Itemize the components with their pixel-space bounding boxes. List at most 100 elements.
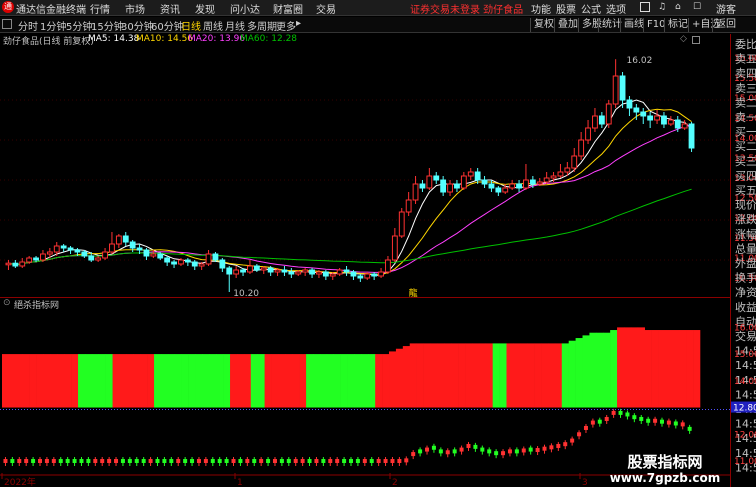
mini-candle [286,459,291,463]
dragon-marker: 龍 [409,287,418,298]
indicator-bar [250,354,259,408]
indicator-bar [209,354,217,408]
mini-candle [590,420,595,425]
indicator-bar [347,354,355,408]
indicator-bar [64,354,72,408]
menu-item[interactable]: 股票 [556,1,576,16]
menu-item[interactable]: 功能 [531,1,551,16]
toolbar-button[interactable]: 标记 [664,18,691,32]
maximize-icon[interactable] [692,36,700,44]
toolbar-button[interactable]: 返回 [712,18,739,32]
menu-item[interactable]: 财富圈 [273,1,303,16]
indicator-bar [686,330,694,408]
candle [447,183,453,193]
mini-candle [556,443,561,448]
toolbar-button[interactable]: 叠加 [554,18,581,32]
window-icon[interactable] [640,2,650,12]
indicator-bar [554,343,563,408]
menu-item[interactable]: 市场 [125,1,145,16]
menu-item[interactable]: 公式 [581,1,601,16]
mini-candle [272,459,277,463]
candle [240,269,246,273]
menu-item[interactable]: 选项 [606,1,626,16]
mini-candle [245,459,250,463]
headphone-icon[interactable]: ♫ [658,2,666,12]
mini-candle [390,459,395,463]
candle [253,265,260,271]
candle [633,107,640,113]
indicator-bar [623,327,632,408]
indicator-bar [84,354,93,408]
candle [371,273,378,277]
mini-candle [418,449,423,454]
watermark-title: 股票指标网 [627,453,703,471]
indicator-bar [78,354,86,408]
kline-chart[interactable]: 16.02 10.20 龍 [0,46,730,298]
candle [529,179,536,185]
candle [19,261,26,267]
tab-timeframe[interactable]: 月线 [225,18,245,33]
tab-timeframe-active[interactable]: 日线 [181,18,201,33]
tab-timeframe[interactable]: 1分钟 [40,18,66,33]
menu-item[interactable]: 行情 [90,1,110,16]
tab-timeframe[interactable]: 15分钟 [91,18,124,33]
tab-timeframe[interactable]: 多周期 [247,18,277,33]
indicator-bar [658,330,666,408]
trade-alert[interactable]: 证券交易未登录 劲仔食品 [410,1,523,16]
mini-candle [480,447,485,452]
guest-login[interactable]: 游客 [716,1,736,16]
mini-candle [507,449,512,454]
indicator-bar [202,354,210,408]
menu-bar: 通 通达信金融终端 行情 市场 资讯 发现 问小达 财富圈 交易 证券交易未登录… [0,0,756,16]
sub-tick: 14.00 [734,377,756,387]
more-arrow-icon[interactable]: ▸ [296,18,301,29]
indicator-bar [292,354,300,408]
candle [350,271,357,277]
candle [543,177,550,183]
mini-candle [335,459,340,463]
tab-timeframe[interactable]: 周线 [203,18,223,33]
candle [40,253,46,261]
indicator-bar [181,354,189,408]
indicator-bar [285,354,293,408]
menu-item[interactable]: 资讯 [160,1,180,16]
toolbar-button[interactable]: 复权 [530,18,557,32]
indicator-bar [57,354,65,408]
candle [329,273,336,277]
mini-candle [666,420,671,425]
diamond-icon[interactable]: ◇ [680,34,687,44]
mini-candle [431,445,436,450]
lock-icon[interactable]: ⌂ [675,2,681,12]
mini-candle [203,459,208,463]
menu-item[interactable]: 问小达 [230,1,260,16]
expand-icon[interactable] [2,19,12,29]
mini-candle [376,459,381,463]
mini-candle [349,459,353,463]
mini-candle [535,448,540,453]
candle [281,269,288,273]
indicator-bar [133,354,141,408]
tab-timeframe[interactable]: 5分钟 [66,18,92,33]
candle [605,103,612,125]
mini-candle [266,459,271,463]
indicator-bar [416,343,424,408]
candle [488,183,495,189]
mini-candle [38,459,43,463]
indicator-bar [236,354,245,408]
menu-item[interactable]: 发现 [195,1,215,16]
candle [164,257,171,263]
candle [5,262,12,266]
candle [509,183,516,189]
mini-candle [238,459,243,463]
tab-timeframe[interactable]: 分时 [18,18,38,33]
price-axis: 16.0015.5015.0014.5014.0013.5013.0012.50… [730,34,756,487]
indicator-bar [361,354,369,408]
candle [178,259,184,265]
settings-icon[interactable]: ⊙ [3,298,11,308]
share-icon[interactable]: ☐ [693,2,701,12]
tab-timeframe[interactable]: 30分钟 [121,18,154,33]
tab-timeframe[interactable]: 更多 [276,18,296,33]
tab-timeframe[interactable]: 60分钟 [151,18,184,33]
menu-item[interactable]: 交易 [316,1,336,16]
indicator-bar [499,343,507,408]
